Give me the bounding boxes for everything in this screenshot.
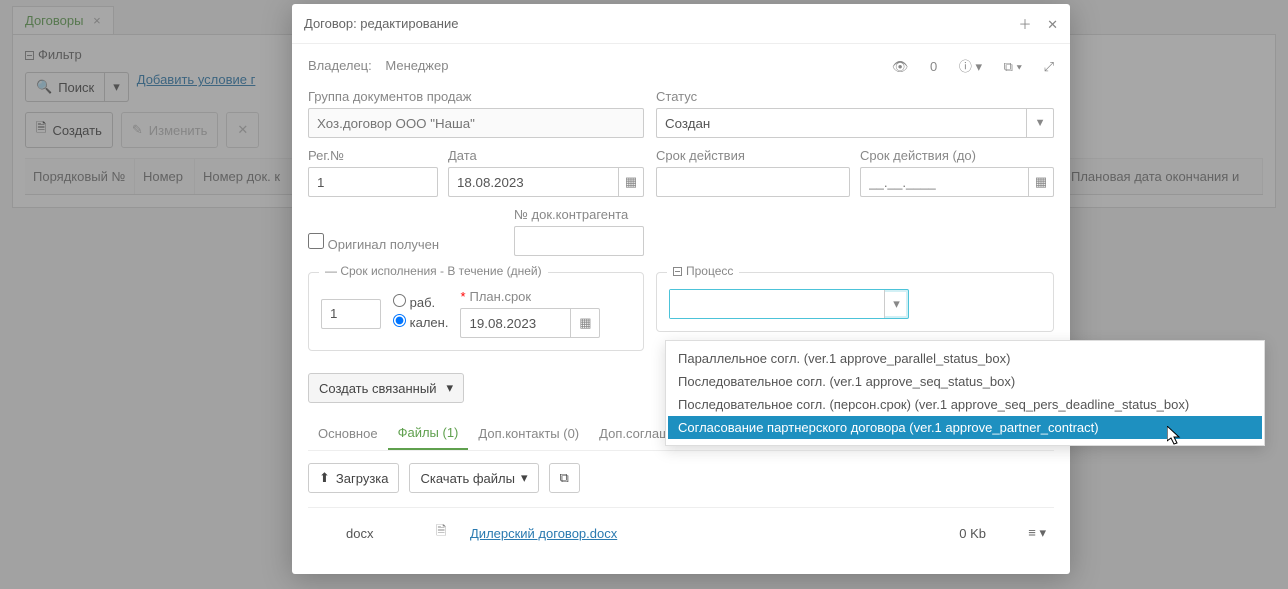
close-icon[interactable]: ✕ xyxy=(1047,17,1058,32)
doc-no-label: № док.контрагента xyxy=(514,207,644,222)
tab-files[interactable]: Файлы (1) xyxy=(388,417,469,450)
reg-label: Рег.№ xyxy=(308,148,438,163)
view-count: 👁 0 xyxy=(874,59,937,74)
calendar-icon[interactable]: ▦ xyxy=(618,167,644,197)
chevron-down-icon[interactable]: ▾ xyxy=(884,290,908,318)
original-received-checkbox[interactable]: Оригинал получен xyxy=(308,233,439,252)
plan-date-input[interactable] xyxy=(460,308,570,338)
file-link[interactable]: Дилерский договор.docx xyxy=(470,526,876,541)
valid-input[interactable] xyxy=(656,167,850,197)
process-option[interactable]: Последовательное согл. (ver.1 approve_se… xyxy=(668,370,1262,393)
file-menu[interactable]: ≡ ▾ xyxy=(986,525,1046,541)
create-linked-button[interactable]: Создать связанный ▾ xyxy=(308,373,464,403)
chevron-down-icon: ▾ xyxy=(446,380,453,396)
calendar-icon[interactable]: ▦ xyxy=(1028,167,1054,197)
status-input[interactable] xyxy=(656,108,1026,138)
original-received-input[interactable] xyxy=(308,233,324,249)
exec-term-fieldset: — Срок исполнения - В течение (дней) раб… xyxy=(308,272,644,351)
copy-button[interactable]: ⧉ xyxy=(549,463,580,493)
status-label: Статус xyxy=(656,89,1054,104)
valid-to-input[interactable] xyxy=(860,167,1028,197)
chevron-down-icon[interactable]: ▼ xyxy=(1026,108,1054,138)
process-input[interactable] xyxy=(670,290,884,318)
info-icon[interactable]: ⓘ ▾ xyxy=(959,59,982,74)
doc-group-label: Группа документов продаж xyxy=(308,89,644,104)
tab-contacts[interactable]: Доп.контакты (0) xyxy=(468,418,589,449)
calendar-icon[interactable]: ▦ xyxy=(570,308,600,338)
plan-date-label: *План.срок xyxy=(460,289,600,304)
radio-calendar[interactable]: кален. xyxy=(393,314,448,330)
valid-label: Срок действия xyxy=(656,148,850,163)
date-input[interactable] xyxy=(448,167,618,197)
reg-input[interactable] xyxy=(308,167,438,197)
download-files-button[interactable]: Скачать файлы ▾ xyxy=(409,463,538,493)
radio-workdays[interactable]: раб. xyxy=(393,294,448,310)
copy-icon[interactable]: ⧉ ▾ xyxy=(1004,59,1022,74)
owner-value: Менеджер xyxy=(385,58,448,73)
filetype-icon: 🗎 xyxy=(436,522,470,544)
process-legend: Процесс xyxy=(686,264,733,278)
exec-term-legend: Срок исполнения - В течение (дней) xyxy=(340,264,541,278)
file-ext: docx xyxy=(316,526,436,541)
plus-icon[interactable]: ＋ xyxy=(1018,17,1031,32)
field-status: Статус ▼ xyxy=(656,89,1054,138)
mouse-cursor-icon xyxy=(1167,426,1183,446)
date-label: Дата xyxy=(448,148,644,163)
eye-icon: 👁 xyxy=(892,59,909,74)
process-option[interactable]: Параллельное согл. (ver.1 approve_parall… xyxy=(668,347,1262,370)
status-select[interactable]: ▼ xyxy=(656,108,1054,138)
process-fieldset: Процесс ▾ xyxy=(656,272,1054,332)
plan-date-picker[interactable]: ▦ xyxy=(460,308,600,338)
doc-no-input[interactable] xyxy=(514,226,644,256)
upload-button[interactable]: ⬆Загрузка xyxy=(308,463,399,493)
expand-icon[interactable]: ⤢ xyxy=(1044,59,1054,74)
copy-icon: ⧉ xyxy=(560,470,569,486)
valid-to-label: Срок действия (до) xyxy=(860,148,1054,163)
edit-dialog: Договор: редактирование ＋ ✕ Владелец: Ме… xyxy=(292,4,1070,574)
process-option[interactable]: Последовательное согл. (персон.срок) (ve… xyxy=(668,393,1262,416)
file-row: docx 🗎 Дилерский договор.docx 0 Kb ≡ ▾ xyxy=(308,507,1054,558)
tab-main[interactable]: Основное xyxy=(308,418,388,449)
original-received-label: Оригинал получен xyxy=(328,237,439,252)
process-combobox[interactable]: ▾ xyxy=(669,289,909,319)
date-picker[interactable]: ▦ xyxy=(448,167,644,197)
field-doc-group: Группа документов продаж xyxy=(308,89,644,138)
chevron-down-icon: ▾ xyxy=(521,470,528,486)
owner-label: Владелец: xyxy=(308,58,372,73)
valid-to-picker[interactable]: ▦ xyxy=(860,167,1054,197)
dialog-title: Договор: редактирование xyxy=(304,16,458,31)
days-input[interactable] xyxy=(321,299,381,329)
doc-group-input[interactable] xyxy=(308,108,644,138)
upload-icon: ⬆ xyxy=(319,470,330,486)
file-size: 0 Kb xyxy=(876,526,986,541)
